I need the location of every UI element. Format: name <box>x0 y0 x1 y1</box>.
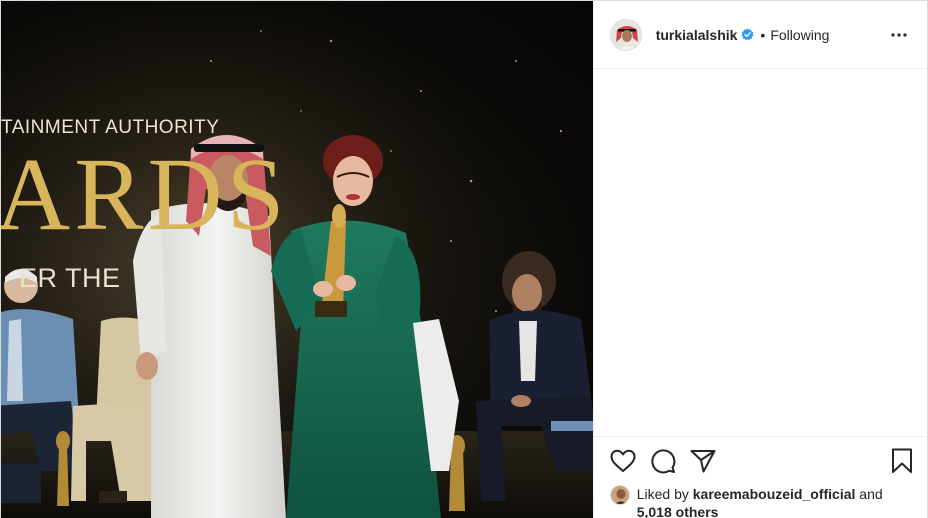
more-options-button[interactable] <box>887 23 911 47</box>
liker-avatar-image <box>610 486 629 504</box>
header-separator: • <box>760 26 766 43</box>
liker-avatar[interactable] <box>609 485 630 505</box>
instagram-post: TAINMENT AUTHORITY ARDS ER THE turkialal… <box>0 0 928 518</box>
ellipsis-icon <box>891 32 907 37</box>
following-button[interactable]: Following <box>770 27 829 43</box>
comments-area[interactable] <box>594 69 927 435</box>
others-likes-link[interactable]: 5,018 others <box>637 504 719 518</box>
post-actions: Liked by kareemabouzeid_official and 5,0… <box>593 436 928 518</box>
post-header: turkialalshik • Following <box>593 1 927 69</box>
banner-text-awards: ARDS <box>1 137 289 252</box>
speech-bubble-icon <box>651 449 676 474</box>
like-button[interactable] <box>610 448 636 474</box>
likes-summary: Liked by kareemabouzeid_official and 5,0… <box>594 485 928 518</box>
share-button[interactable] <box>690 448 716 474</box>
banner-text-tagline: ER THE <box>19 263 121 293</box>
liker-username-link[interactable]: kareemabouzeid_official <box>693 486 856 502</box>
avatar-image <box>610 19 641 50</box>
paper-plane-icon <box>690 450 716 473</box>
liked-by-conjunction: and <box>859 486 883 502</box>
username-link[interactable]: turkialalshik <box>656 27 738 43</box>
heart-icon <box>610 449 636 472</box>
banner-text-authority: TAINMENT AUTHORITY <box>1 117 220 138</box>
action-icon-row <box>594 437 928 485</box>
photo-scene <box>1 1 593 518</box>
post-sidebar: turkialalshik • Following Liked by karee… <box>592 1 928 518</box>
post-photo[interactable]: TAINMENT AUTHORITY ARDS ER THE <box>1 1 593 518</box>
likes-text: Liked by kareemabouzeid_official and 5,0… <box>637 485 913 518</box>
comment-button[interactable] <box>650 448 676 474</box>
liked-by-prefix: Liked by <box>636 486 689 502</box>
profile-avatar[interactable] <box>609 18 642 51</box>
bookmark-icon <box>891 448 912 473</box>
save-button[interactable] <box>889 448 915 474</box>
verified-badge-icon <box>741 28 754 41</box>
